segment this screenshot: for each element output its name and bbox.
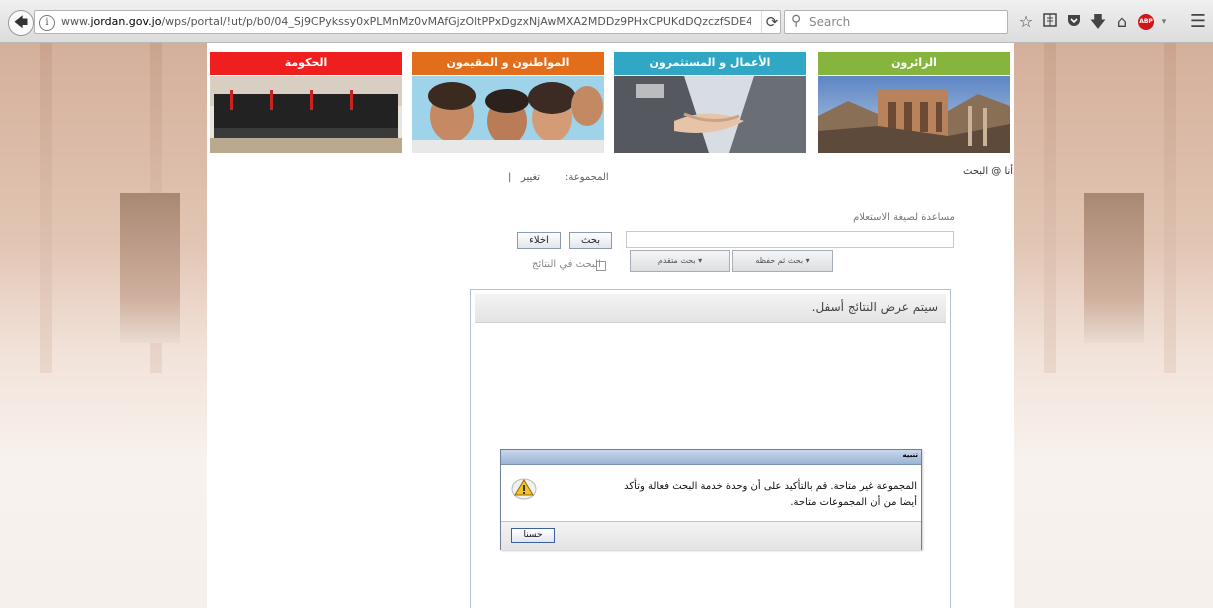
- home-icon[interactable]: ⌂: [1112, 12, 1132, 32]
- url-domain: jordan.gov.jo: [90, 15, 162, 28]
- search-icon: ⚲: [791, 13, 802, 29]
- search-placeholder: Search: [809, 15, 851, 29]
- user-search-link[interactable]: أنا @ البحث: [963, 166, 1013, 177]
- chevron-down-icon[interactable]: ▾: [1154, 12, 1174, 32]
- menu-icon[interactable]: ☰: [1188, 12, 1208, 32]
- url-text[interactable]: www.jordan.gov.jo/wps/portal/!ut/p/b0/04…: [61, 15, 751, 28]
- search-save-button[interactable]: ▾ بحث ثم حفظه: [732, 250, 833, 272]
- advanced-search-label: بحث متقدم: [657, 256, 696, 265]
- group-label: المجموعة:: [565, 172, 609, 183]
- banner-title: الحكومة: [210, 52, 402, 75]
- results-header: سيتم عرض النتائج أسفل.: [475, 294, 946, 323]
- ok-button[interactable]: حسنا: [511, 528, 555, 543]
- download-icon[interactable]: 🡇: [1088, 12, 1108, 32]
- reading-list-icon[interactable]: [1040, 12, 1060, 32]
- reload-icon[interactable]: ⟳: [761, 11, 782, 33]
- banner-government-image: [210, 76, 402, 153]
- clear-button[interactable]: اخلاء: [517, 232, 561, 249]
- dialog-title: تنبيه: [902, 451, 918, 459]
- back-icon[interactable]: 🡄: [8, 10, 34, 36]
- dialog-title-bar[interactable]: تنبيه: [501, 450, 921, 465]
- banner-government[interactable]: الحكومة: [210, 52, 402, 153]
- query-input[interactable]: [626, 231, 954, 248]
- adblock-icon[interactable]: ABP: [1138, 14, 1154, 30]
- dialog-message: المجموعة غير متاحة. قم بالتأكيد على أن و…: [624, 481, 917, 508]
- browser-search-box[interactable]: ⚲ Search: [784, 10, 1008, 34]
- info-icon[interactable]: i: [39, 15, 55, 31]
- background-left: [0, 43, 207, 608]
- banner-citizens[interactable]: المواطنون و المقيمون: [412, 52, 604, 153]
- chevron-down-icon: ▾: [698, 256, 703, 265]
- dialog-footer: حسنا: [501, 521, 921, 550]
- url-prefix: www.: [61, 15, 91, 28]
- alert-dialog: تنبيه المجموعة غير متاحة. قم بالتأكيد عل…: [500, 449, 922, 550]
- banner-business[interactable]: الأعمال و المستثمرون: [614, 52, 806, 153]
- browser-toolbar: 🡄 i www.jordan.gov.jo/wps/portal/!ut/p/b…: [0, 0, 1213, 43]
- pocket-icon[interactable]: [1064, 12, 1084, 32]
- query-help-link[interactable]: مساعدة لصيغة الاستعلام: [820, 212, 955, 223]
- results-message: سيتم عرض النتائج أسفل.: [811, 300, 938, 314]
- banner-title: الأعمال و المستثمرون: [614, 52, 806, 75]
- chevron-down-icon: ▾: [805, 256, 810, 265]
- banner-visitors[interactable]: الزائرون: [818, 52, 1010, 153]
- warning-icon: [511, 476, 537, 500]
- background-right: [1014, 43, 1213, 608]
- search-save-label: بحث ثم حفظه: [755, 256, 804, 265]
- banner-visitors-image: [818, 76, 1010, 153]
- search-button[interactable]: بحث: [569, 232, 612, 249]
- banner-citizens-image: [412, 76, 604, 153]
- search-in-results-label: البحث في النتائج: [532, 259, 601, 270]
- advanced-search-button[interactable]: ▾ بحث متقدم: [630, 250, 730, 272]
- bookmark-star-icon[interactable]: ☆: [1016, 12, 1036, 32]
- address-bar[interactable]: i www.jordan.gov.jo/wps/portal/!ut/p/b0/…: [34, 10, 781, 34]
- banner-title: المواطنون و المقيمون: [412, 52, 604, 75]
- group-row: تغيير |: [508, 172, 540, 183]
- group-separator: |: [508, 172, 512, 183]
- url-path: /wps/portal/!ut/p/b0/04_Sj9CPykssy0xPLMn…: [161, 15, 751, 28]
- banner-title: الزائرون: [818, 52, 1010, 75]
- change-link[interactable]: تغيير: [521, 172, 540, 183]
- banner-business-image: [614, 76, 806, 153]
